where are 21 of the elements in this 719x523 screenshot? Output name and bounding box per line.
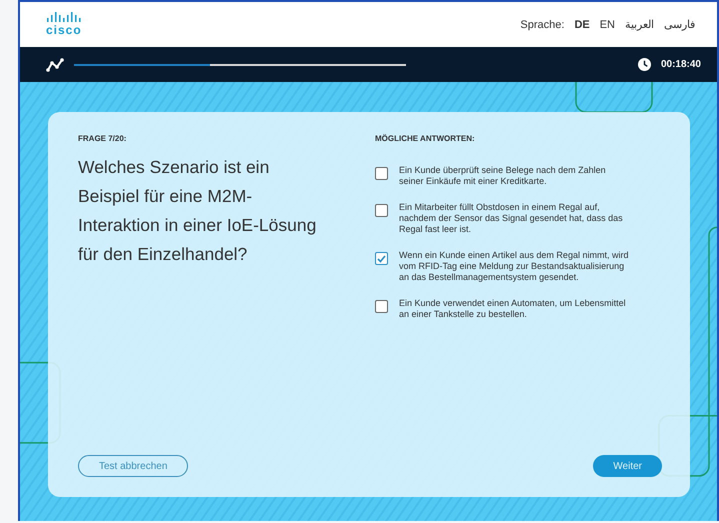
- answer-checkbox[interactable]: [375, 300, 388, 313]
- bars-icon: [46, 12, 81, 22]
- graph-icon: [46, 58, 64, 72]
- answer-text: Ein Kunde überprüft seine Belege nach dem Zahlen seiner Einkäufe mit einer Kreditkarte.: [399, 165, 607, 187]
- language-label: Sprache:: [520, 18, 564, 30]
- language-link[interactable]: العربية: [625, 18, 654, 31]
- timer: 00:18:40: [660, 59, 701, 70]
- answer-text: Wenn ein Kunde einen Artikel aus dem Regal nimmt, wird vom RFID-Tag eine Meldung zur Bestandsaktualisierung an das Bestellmanagementsystem gesendet.: [399, 250, 630, 283]
- language-link[interactable]: EN: [600, 18, 615, 30]
- question-number: FRAGE 7/20:: [78, 134, 128, 143]
- answer-checkbox[interactable]: [375, 167, 388, 180]
- language-link[interactable]: DE: [574, 18, 590, 30]
- answer-text: Ein Kunde verwendet einen Automaten, um Lebensmittel an einer Tankstelle zu bestellen.: [399, 298, 627, 320]
- answers-heading: MÖGLICHE ANTWORTEN:: [375, 134, 476, 143]
- logo-text: cisco: [46, 23, 82, 37]
- answer-checkbox[interactable]: [375, 252, 388, 265]
- question-text: Welches Szenario ist ein Beispiel für eine M2M-Interaktion in einer IoE-Lösung für den Einzelhandel?: [78, 156, 318, 266]
- language-link[interactable]: فارسی: [664, 18, 695, 31]
- answer-text: Ein Mitarbeiter füllt Obstdosen in einem Regal auf, nachdem der Sensor das Signal gesendet hat, dass das Regal fast leer ist.: [399, 202, 624, 235]
- answer-checkbox[interactable]: [375, 204, 388, 217]
- clock-icon: [638, 58, 651, 71]
